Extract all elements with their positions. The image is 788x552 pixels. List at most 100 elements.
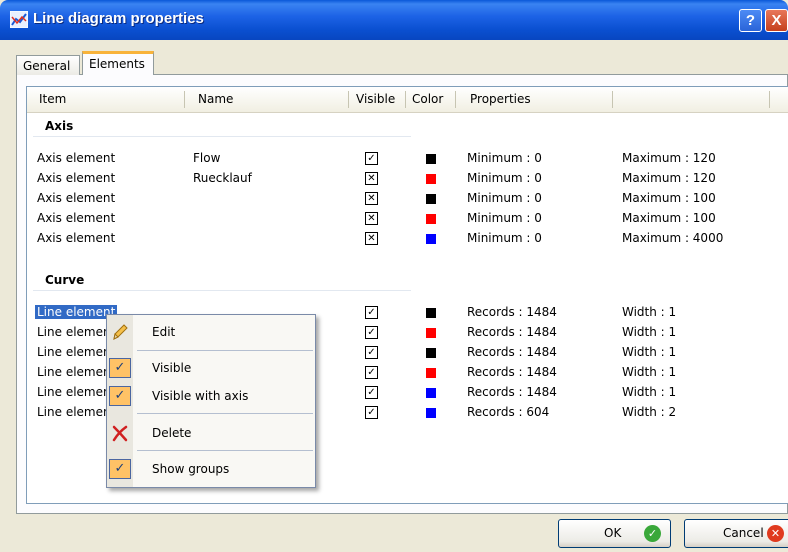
color-swatch[interactable] (426, 174, 436, 184)
column-header-properties[interactable]: Properties (470, 92, 531, 106)
group-divider (33, 290, 411, 291)
checked-box-icon[interactable]: ✓ (365, 386, 378, 399)
color-swatch[interactable] (426, 214, 436, 224)
help-button[interactable]: ? (739, 9, 762, 32)
color-swatch[interactable] (426, 194, 436, 204)
color-swatch[interactable] (426, 388, 436, 398)
cell-property-2: Width : 1 (622, 385, 677, 399)
list-header: Item Name Visible Color Properties (27, 87, 788, 113)
cell-item: Line element (37, 385, 116, 399)
menu-item-label: Visible (152, 361, 192, 375)
checkmark-circle-icon: ✓ (644, 525, 661, 542)
checked-box-icon[interactable]: ✓ (365, 152, 378, 165)
cell-item: Line element (35, 305, 118, 319)
cancel-label: Cancel (723, 526, 764, 540)
table-row[interactable]: Axis element ✕ Minimum : 0 Maximum : 4000 (27, 229, 788, 249)
crossed-box-icon[interactable]: ✕ (365, 232, 378, 245)
cell-property-1: Records : 1484 (467, 365, 557, 379)
tab-general[interactable]: General (16, 55, 80, 75)
column-separator[interactable] (769, 91, 770, 108)
crossed-box-icon[interactable]: ✕ (365, 192, 378, 205)
pencil-icon (113, 324, 128, 340)
menu-item-show-groups[interactable]: ✓ Show groups (107, 457, 315, 481)
crossed-box-icon[interactable]: ✕ (365, 212, 378, 225)
column-header-color[interactable]: Color (412, 92, 443, 106)
cell-property-2: Maximum : 120 (622, 151, 716, 165)
cell-property-1: Records : 1484 (467, 385, 557, 399)
cell-item: Line element (37, 405, 116, 419)
table-row[interactable]: Axis element ✕ Minimum : 0 Maximum : 100 (27, 189, 788, 209)
app-diagram-icon (10, 11, 28, 28)
column-header-item[interactable]: Item (39, 92, 66, 106)
menu-item-visible[interactable]: ✓ Visible (107, 356, 315, 380)
cell-property-2: Maximum : 100 (622, 211, 716, 225)
color-swatch[interactable] (426, 408, 436, 418)
cell-item: Line element (37, 325, 116, 339)
column-separator[interactable] (348, 91, 349, 108)
checkmark-icon: ✓ (109, 358, 131, 378)
menu-separator (137, 350, 313, 351)
group-divider (33, 136, 411, 137)
checkmark-icon: ✓ (109, 459, 131, 479)
column-separator[interactable] (184, 91, 185, 108)
tab-elements[interactable]: Elements (82, 51, 154, 75)
column-header-visible[interactable]: Visible (356, 92, 395, 106)
table-row[interactable]: Axis element Flow ✓ Minimum : 0 Maximum : 12… (27, 149, 788, 169)
menu-item-visible-with-axis[interactable]: ✓ Visible with axis (107, 384, 315, 408)
cell-item: Axis element (37, 191, 116, 205)
menu-item-label: Edit (152, 325, 176, 339)
cell-item: Axis element (37, 211, 116, 225)
cell-property-2: Width : 1 (622, 305, 677, 319)
menu-separator (137, 450, 313, 451)
cell-property-1: Records : 1484 (467, 325, 557, 339)
color-swatch[interactable] (426, 368, 436, 378)
checked-box-icon[interactable]: ✓ (365, 326, 378, 339)
column-header-name[interactable]: Name (198, 92, 233, 106)
delete-x-icon (112, 425, 128, 442)
cancel-x-icon: ✕ (767, 525, 784, 542)
color-swatch[interactable] (426, 348, 436, 358)
cell-property-1: Minimum : 0 (467, 231, 542, 245)
color-swatch[interactable] (426, 308, 436, 318)
title-bar: Line diagram properties ? X (0, 0, 788, 40)
cell-name: Ruecklauf (193, 171, 252, 185)
menu-separator (137, 413, 313, 414)
cell-item: Axis element (37, 171, 116, 185)
cell-property-1: Minimum : 0 (467, 171, 542, 185)
window-title: Line diagram properties (33, 10, 204, 27)
tab-strip: General Elements (0, 40, 788, 76)
crossed-box-icon[interactable]: ✕ (365, 172, 378, 185)
menu-item-delete[interactable]: Delete (107, 421, 315, 445)
cell-name: Flow (193, 151, 221, 165)
color-swatch[interactable] (426, 154, 436, 164)
context-menu: Edit ✓ Visible ✓ Visible with axis Delet… (106, 314, 316, 488)
close-button[interactable]: X (765, 9, 788, 32)
table-row[interactable]: Axis element ✕ Minimum : 0 Maximum : 100 (27, 209, 788, 229)
cell-property-2: Width : 2 (622, 405, 677, 419)
cell-property-1: Minimum : 0 (467, 211, 542, 225)
column-separator[interactable] (405, 91, 406, 108)
ok-label: OK (604, 526, 622, 540)
checked-box-icon[interactable]: ✓ (365, 406, 378, 419)
cell-item: Axis element (37, 151, 116, 165)
menu-item-label: Delete (152, 426, 192, 440)
cell-property-2: Width : 1 (622, 365, 677, 379)
group-title-curve: Curve (45, 273, 85, 287)
cell-property-1: Minimum : 0 (467, 151, 542, 165)
column-separator[interactable] (455, 91, 456, 108)
cell-property-1: Records : 1484 (467, 305, 557, 319)
checked-box-icon[interactable]: ✓ (365, 306, 378, 319)
cancel-button[interactable]: Cancel ✕ (684, 519, 788, 548)
cell-property-2: Width : 1 (622, 325, 677, 339)
table-row[interactable]: Axis element Ruecklauf ✕ Minimum : 0 Maximum… (27, 169, 788, 189)
column-separator[interactable] (612, 91, 613, 108)
ok-button[interactable]: OK ✓ (558, 519, 671, 548)
color-swatch[interactable] (426, 328, 436, 338)
cell-property-1: Records : 1484 (467, 345, 557, 359)
cell-item: Axis element (37, 231, 116, 245)
checked-box-icon[interactable]: ✓ (365, 366, 378, 379)
checked-box-icon[interactable]: ✓ (365, 346, 378, 359)
color-swatch[interactable] (426, 234, 436, 244)
cell-property-1: Records : 604 (467, 405, 550, 419)
menu-item-edit[interactable]: Edit (107, 320, 315, 344)
